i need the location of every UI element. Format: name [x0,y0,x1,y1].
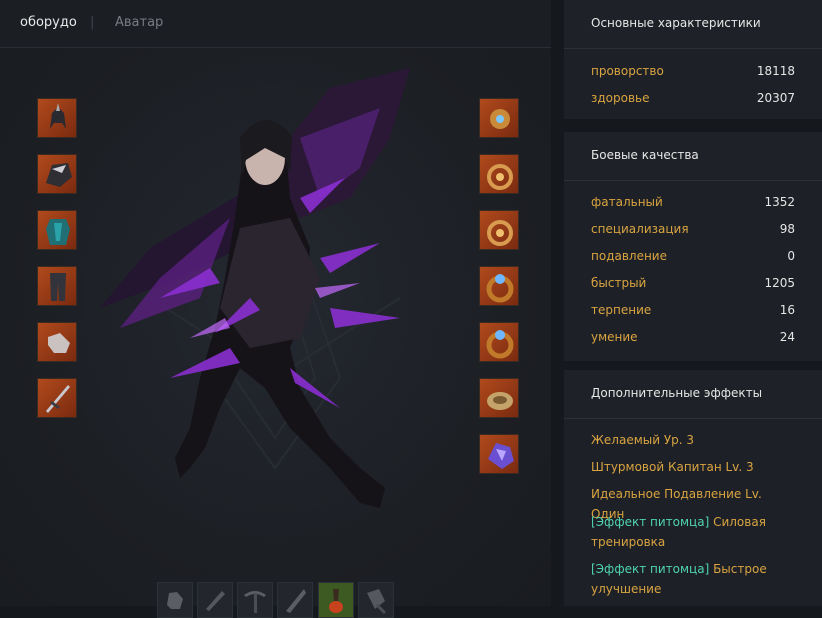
weapon-icon [46,385,70,413]
ring-icon [486,274,514,303]
combat-stats-title: Боевые качества [591,148,699,162]
stat-value: 18118 [756,64,795,78]
stat-row: специализация 98 [591,222,795,236]
tool-slot-shovel[interactable] [358,582,394,618]
stat-row: терпение 16 [591,303,795,317]
ring-slot-2[interactable] [479,322,519,362]
stat-value: 1205 [764,276,795,290]
pet-effect-tag: [Эффект питомца] [591,562,710,576]
chisel-tool-icon [206,591,225,611]
stat-value: 16 [779,303,795,317]
pet-effect-tag: [Эффект питомца] [591,515,710,529]
ring-slot-1[interactable] [479,266,519,306]
tab-bar: оборудо | Аватар [0,0,551,48]
pickaxe-tool-icon [244,591,266,613]
stat-row: проворство 18118 [591,64,795,78]
bracelet-icon [487,392,513,410]
stat-label: проворство [591,64,664,78]
stone-slot[interactable] [479,434,519,474]
character-stage [0,48,551,618]
tool-slot-gloves[interactable] [157,582,193,618]
stat-label: фатальный [591,195,663,209]
stat-value: 98 [779,222,795,236]
shovel-tool-icon [367,589,387,615]
helmet-icon [50,103,66,129]
pants-slot[interactable] [37,266,77,306]
stone-icon [488,443,514,469]
necklace-icon [487,220,513,246]
extra-effects-header: Дополнительные эффекты [564,370,822,419]
stat-value: 0 [787,249,795,263]
tab-separator: | [90,15,95,30]
bracelet-slot[interactable] [479,378,519,418]
effect-item: Штурмовой Капитан Lv. 3 [591,460,754,474]
combat-stats-panel: Боевые качества фатальный 1352 специализа… [564,132,822,361]
shoulder-slot[interactable] [37,154,77,194]
helmet-slot[interactable] [37,98,77,138]
stat-row: фатальный 1352 [591,195,795,209]
tool-slot-chisel[interactable] [197,582,233,618]
tab-avatar[interactable]: Аватар [115,15,163,30]
necklace-slot-2[interactable] [479,210,519,250]
stat-value: 24 [779,330,795,344]
shoulder-armor-icon [46,163,72,187]
basic-stats-header: Основные характеристики [564,0,822,49]
stat-row: быстрый 1205 [591,276,795,290]
stat-value: 1352 [764,195,795,209]
earring-slot[interactable] [479,98,519,138]
stat-row: подавление 0 [591,249,795,263]
effect-item: Желаемый Ур. 3 [591,433,695,447]
stat-label: специализация [591,222,689,236]
pet-effect-item: [Эффект питомца] Быстрое улучшение [591,559,795,599]
stat-label: терпение [591,303,652,317]
knife-tool-icon [286,589,306,613]
chest-slot[interactable] [37,210,77,250]
chest-armor-icon [46,219,70,245]
tool-slot-scoop[interactable] [318,582,354,618]
stat-row: умение 24 [591,330,795,344]
stat-label: здоровье [591,91,650,105]
pants-icon [50,273,66,301]
tab-equipment[interactable]: оборудо [20,15,77,30]
equipment-area: оборудо | Аватар [0,0,551,618]
stat-label: подавление [591,249,667,263]
gloves-icon [48,333,70,353]
basic-stats-title: Основные характеристики [591,16,761,30]
character-figure [100,68,410,508]
combat-stats-header: Боевые качества [564,132,822,181]
gloves-tool-icon [167,592,183,609]
gloves-slot[interactable] [37,322,77,362]
weapon-slot[interactable] [37,378,77,418]
stat-label: быстрый [591,276,647,290]
stat-row: здоровье 20307 [591,91,795,105]
tool-slot-knife[interactable] [277,582,313,618]
stat-value: 20307 [756,91,795,105]
necklace-slot-1[interactable] [479,154,519,194]
extra-effects-title: Дополнительные эффекты [591,386,763,400]
necklace-icon [487,164,513,190]
ring-icon [486,330,514,359]
earring-icon [490,109,510,129]
pet-effect-item: [Эффект питомца] Силовая тренировка [591,512,795,552]
tool-slot-pickaxe[interactable] [237,582,273,618]
stat-label: умение [591,330,638,344]
scoop-tool-icon [329,589,343,613]
extra-effects-panel: Дополнительные эффекты Желаемый Ур. 3 Шт… [564,370,822,606]
basic-stats-panel: Основные характеристики проворство 18118 … [564,0,822,119]
